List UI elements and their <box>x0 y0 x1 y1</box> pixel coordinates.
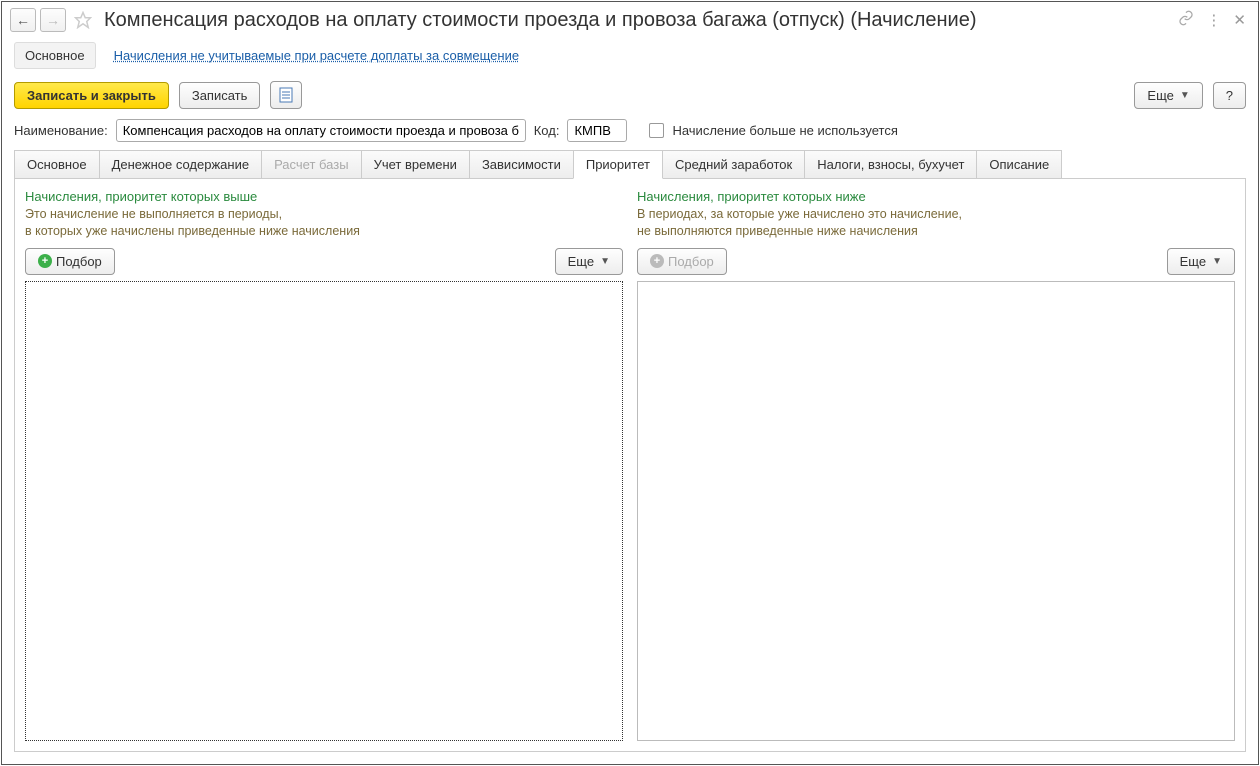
fields-row: Наименование: Код: Начисление больше не … <box>2 115 1258 150</box>
section-tabs: Основное Начисления не учитываемые при р… <box>2 38 1258 75</box>
kebab-menu-icon[interactable]: ⋮ <box>1206 11 1221 29</box>
tab-6[interactable]: Средний заработок <box>662 150 805 179</box>
panel-higher-priority: Начисления, приоритет которых выше Это н… <box>25 189 623 741</box>
tab-8[interactable]: Описание <box>976 150 1062 179</box>
more-left-button[interactable]: Еще▼ <box>555 248 623 275</box>
section-tab-main[interactable]: Основное <box>14 42 96 69</box>
name-input[interactable] <box>116 119 526 142</box>
panel-left-desc: Это начисление не выполняется в периоды,… <box>25 206 623 240</box>
plus-icon: + <box>650 254 664 268</box>
titlebar: ← → Компенсация расходов на оплату стоим… <box>2 2 1258 38</box>
pick-left-button[interactable]: + Подбор <box>25 248 115 275</box>
tab-3[interactable]: Учет времени <box>361 150 470 179</box>
panel-right-desc: В периодах, за которые уже начислено это… <box>637 206 1235 240</box>
save-and-close-button[interactable]: Записать и закрыть <box>14 82 169 109</box>
report-button[interactable] <box>270 81 302 109</box>
tab-7[interactable]: Налоги, взносы, бухучет <box>804 150 977 179</box>
section-link[interactable]: Начисления не учитываемые при расчете до… <box>114 48 520 63</box>
pick-right-button[interactable]: + Подбор <box>637 248 727 275</box>
window: ← → Компенсация расходов на оплату стоим… <box>1 1 1259 765</box>
panel-lower-priority: Начисления, приоритет которых ниже В пер… <box>637 189 1235 741</box>
chevron-down-icon: ▼ <box>1180 90 1190 101</box>
name-label: Наименование: <box>14 123 108 138</box>
nav-back-button[interactable]: ← <box>10 8 36 32</box>
plus-icon: + <box>38 254 52 268</box>
favorite-star-icon[interactable] <box>72 9 94 31</box>
tab-2: Расчет базы <box>261 150 362 179</box>
help-button[interactable]: ? <box>1213 82 1246 109</box>
chevron-down-icon: ▼ <box>600 256 610 267</box>
page-title: Компенсация расходов на оплату стоимости… <box>104 9 1174 32</box>
not-used-checkbox[interactable] <box>649 123 664 138</box>
chevron-down-icon: ▼ <box>1212 256 1222 267</box>
not-used-label: Начисление больше не используется <box>672 123 897 138</box>
priority-content: Начисления, приоритет которых выше Это н… <box>14 178 1246 752</box>
panel-right-title: Начисления, приоритет которых ниже <box>637 189 1235 204</box>
tabs-row: ОсновноеДенежное содержаниеРасчет базыУч… <box>2 150 1258 179</box>
tab-4[interactable]: Зависимости <box>469 150 574 179</box>
list-lower-priority[interactable] <box>637 281 1235 741</box>
tab-5[interactable]: Приоритет <box>573 150 663 179</box>
close-icon[interactable]: ✕ <box>1233 11 1246 29</box>
link-icon[interactable] <box>1178 10 1194 30</box>
list-higher-priority[interactable] <box>25 281 623 741</box>
nav-forward-button[interactable]: → <box>40 8 66 32</box>
more-right-button[interactable]: Еще▼ <box>1167 248 1235 275</box>
more-button[interactable]: Еще▼ <box>1134 82 1202 109</box>
code-label: Код: <box>534 123 560 138</box>
tab-1[interactable]: Денежное содержание <box>99 150 262 179</box>
toolbar: Записать и закрыть Записать Еще▼ ? <box>2 75 1258 115</box>
panel-left-title: Начисления, приоритет которых выше <box>25 189 623 204</box>
save-button[interactable]: Записать <box>179 82 261 109</box>
tab-0[interactable]: Основное <box>14 150 100 179</box>
code-input[interactable] <box>567 119 627 142</box>
